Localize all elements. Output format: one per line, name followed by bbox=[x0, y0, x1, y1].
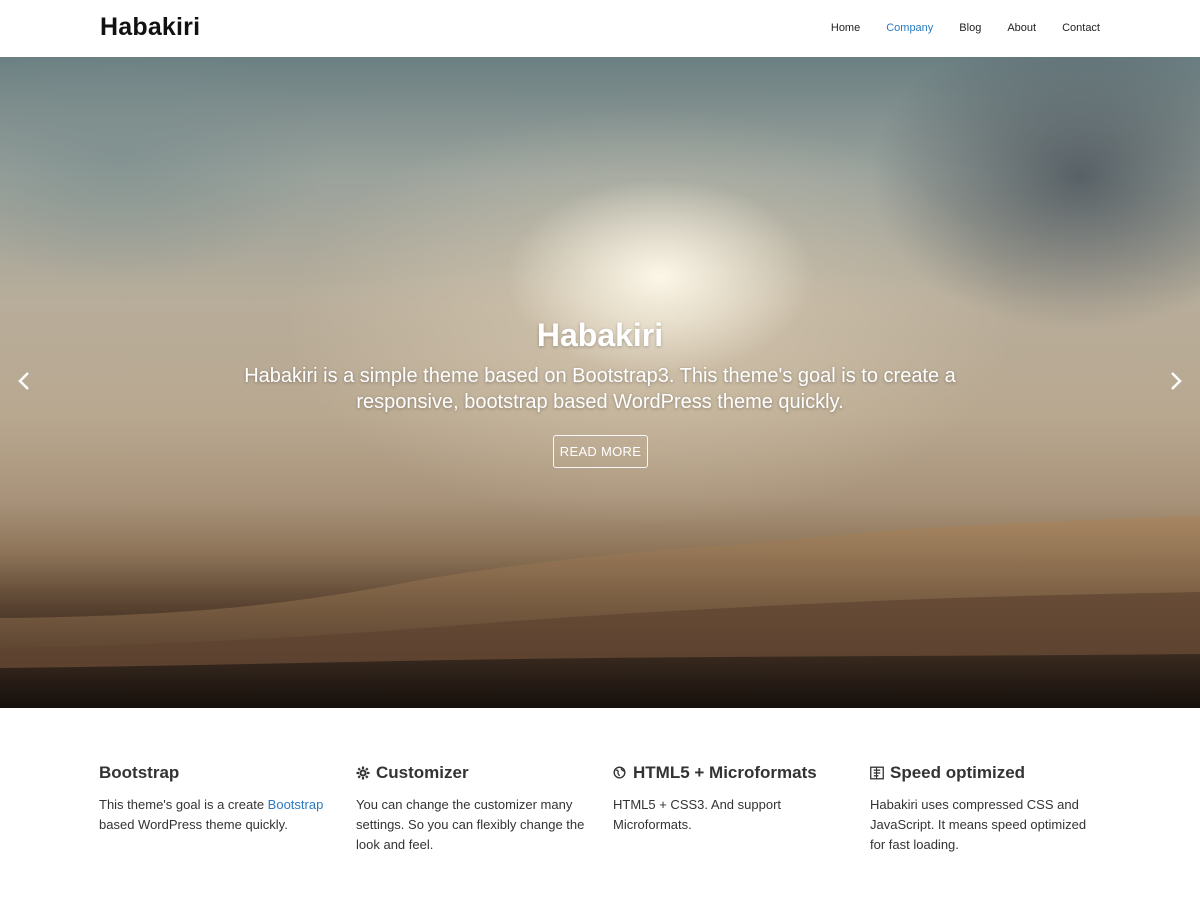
gear-icon bbox=[356, 766, 370, 780]
feature-html5: HTML5 + Microformats HTML5 + CSS3. And s… bbox=[613, 763, 843, 835]
hero-carousel: Habakiri Habakiri is a simple theme base… bbox=[0, 57, 1200, 708]
feature-title-text: HTML5 + Microformats bbox=[633, 763, 817, 782]
site-logo[interactable]: Habakiri bbox=[100, 13, 200, 42]
hero-background-dunes bbox=[0, 516, 1200, 708]
read-more-button[interactable]: READ MORE bbox=[553, 435, 648, 468]
feature-title: Bootstrap bbox=[99, 763, 329, 783]
hero-text: Habakiri is a simple theme based on Boot… bbox=[244, 365, 956, 413]
hero-title: Habakiri bbox=[536, 317, 664, 353]
feature-text: Habakiri uses compressed CSS and JavaScr… bbox=[870, 797, 1087, 852]
feature-title: Customizer bbox=[356, 763, 586, 783]
feature-title-text: Customizer bbox=[376, 763, 469, 782]
nav-item-contact[interactable]: Contact bbox=[1062, 20, 1100, 36]
feature-text-after-link: based WordPress theme quickly. bbox=[99, 817, 288, 832]
feature-title: Speed optimized bbox=[870, 763, 1100, 783]
chevron-left-icon bbox=[18, 372, 29, 390]
bootstrap-link[interactable]: Bootstrap bbox=[268, 797, 324, 812]
carousel-prev-button[interactable] bbox=[9, 367, 39, 397]
nav-item-about[interactable]: About bbox=[1007, 20, 1036, 36]
features-section: Bootstrap This theme's goal is a create … bbox=[99, 708, 1101, 900]
nav-item-home[interactable]: Home bbox=[831, 20, 860, 36]
feature-text: HTML5 + CSS3. And support Microformats. bbox=[613, 797, 782, 832]
feature-customizer: Customizer You can change the customizer… bbox=[356, 763, 586, 855]
feature-title: HTML5 + Microformats bbox=[613, 763, 843, 783]
feature-text: You can change the customizer many setti… bbox=[356, 797, 585, 852]
globe-icon bbox=[613, 766, 627, 780]
main-nav: Home Company Blog About Contact bbox=[805, 20, 1100, 36]
nav-item-company[interactable]: Company bbox=[886, 20, 933, 36]
chevron-right-icon bbox=[1171, 372, 1182, 390]
feature-title-text: Speed optimized bbox=[890, 763, 1026, 782]
dashboard-icon bbox=[870, 766, 884, 780]
feature-bootstrap: Bootstrap This theme's goal is a create … bbox=[99, 763, 329, 835]
site-header: Habakiri Home Company Blog About Contact bbox=[0, 0, 1200, 57]
nav-item-blog[interactable]: Blog bbox=[959, 20, 981, 36]
feature-text: This theme's goal is a create Bootstrap … bbox=[99, 795, 329, 835]
feature-text-before-link: This theme's goal is a create bbox=[99, 797, 268, 812]
carousel-next-button[interactable] bbox=[1161, 367, 1191, 397]
feature-title-text: Bootstrap bbox=[99, 763, 180, 782]
feature-speed: Speed optimized Habakiri uses compressed… bbox=[870, 763, 1100, 855]
